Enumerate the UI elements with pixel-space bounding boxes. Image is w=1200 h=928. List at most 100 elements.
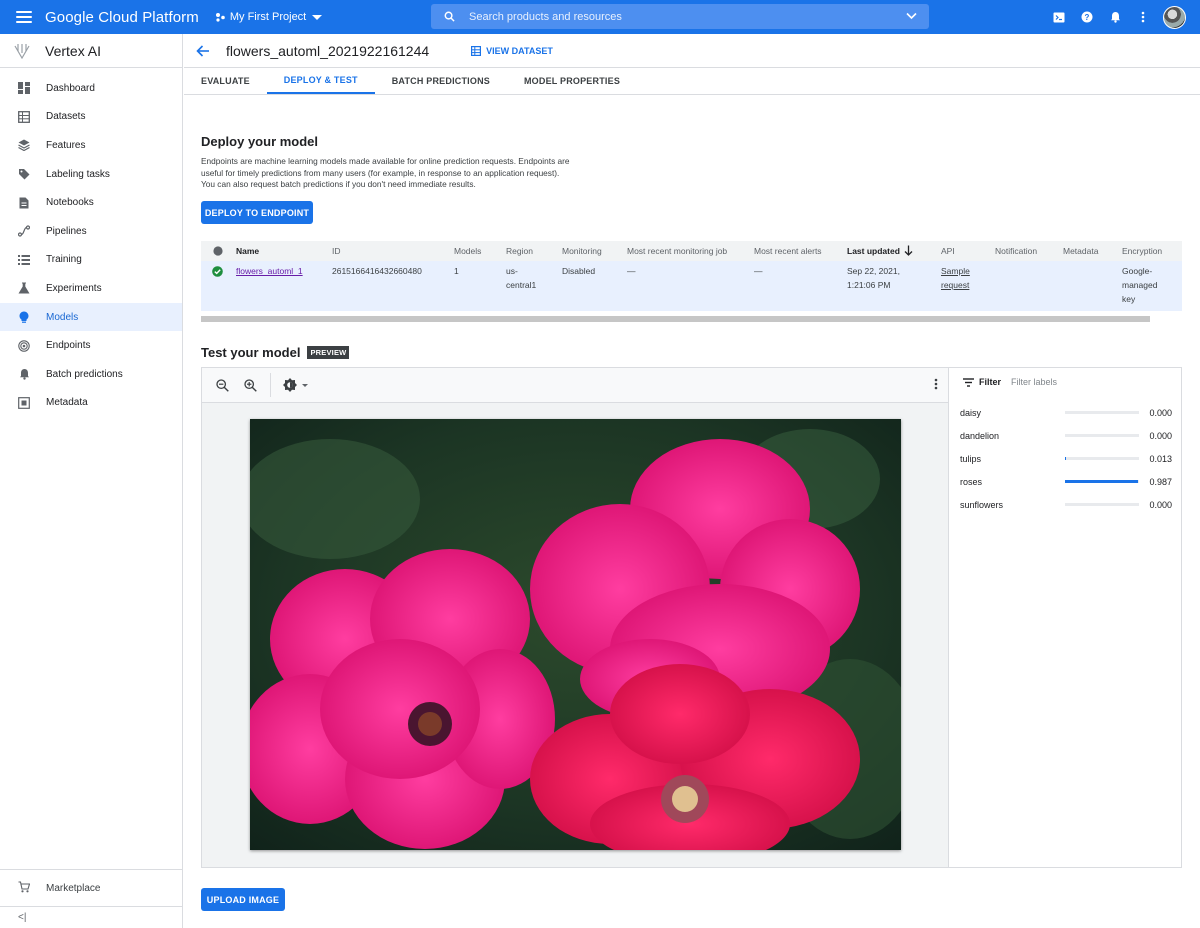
encryption-line: Google- <box>1122 266 1153 276</box>
tab-evaluate[interactable]: EVALUATE <box>184 68 267 94</box>
brightness-icon <box>283 378 308 392</box>
deploy-to-endpoint-button[interactable]: DEPLOY TO ENDPOINT <box>201 201 313 224</box>
chevron-down-icon[interactable] <box>906 12 917 20</box>
view-dataset-button[interactable]: VIEW DATASET <box>471 46 553 56</box>
endpoint-monitoring-job: — <box>627 266 636 276</box>
prediction-row: dandelion 0.000 <box>949 424 1181 447</box>
page-title: flowers_automl_2021922161244 <box>226 42 430 59</box>
column-header[interactable]: Notification <box>995 244 1037 258</box>
sidebar-item-training[interactable]: Training <box>0 246 182 275</box>
endpoint-region: us- central1 <box>506 264 536 292</box>
sidebar-item-datasets[interactable]: Datasets <box>0 103 182 132</box>
dashboard-icon <box>18 82 30 95</box>
upload-image-button[interactable]: UPLOAD IMAGE <box>201 888 285 911</box>
project-selector[interactable]: My First Project <box>215 11 323 23</box>
brightness-menu-button[interactable] <box>277 371 315 399</box>
metadata-icon <box>18 396 30 409</box>
column-header[interactable]: Most recent alerts <box>754 244 822 258</box>
sidebar-footer: Marketplace <| <box>0 869 182 928</box>
prediction-score: 0.000 <box>1149 430 1172 441</box>
zoom-out-button[interactable] <box>208 371 236 399</box>
column-header[interactable]: Metadata <box>1063 244 1098 258</box>
endpoint-monitoring: Disabled <box>562 266 596 276</box>
sidebar-item-experiments[interactable]: Experiments <box>0 274 182 303</box>
tab-deploy-test[interactable]: DEPLOY & TEST <box>266 68 375 94</box>
sidebar-item-batch-predictions[interactable]: Batch predictions <box>0 360 182 389</box>
models-icon <box>18 311 30 323</box>
image-viewer <box>201 367 949 868</box>
project-icon <box>215 13 225 22</box>
help-icon[interactable]: ? <box>1073 4 1101 30</box>
sidebar-item-pipelines[interactable]: Pipelines <box>0 217 182 246</box>
chevron-down-icon <box>312 14 323 20</box>
collapse-sidebar-button[interactable]: <| <box>0 906 182 928</box>
sidebar-item-label: Training <box>46 254 82 266</box>
column-header[interactable]: Name <box>236 244 259 258</box>
sidebar-item-label: Labeling tasks <box>46 168 110 180</box>
search-input[interactable] <box>469 10 889 23</box>
column-header[interactable]: ID <box>332 244 341 258</box>
tab-model-properties[interactable]: MODEL PROPERTIES <box>507 68 637 94</box>
avatar[interactable] <box>1163 5 1186 29</box>
sidebar-item-features[interactable]: Features <box>0 131 182 160</box>
sidebar-item-label: Notebooks <box>46 197 94 209</box>
column-header[interactable]: Monitoring <box>562 244 602 258</box>
confidence-bar <box>1065 457 1139 460</box>
top-app-bar: Google Cloud Platform My First Project ? <box>0 0 1200 34</box>
menu-icon[interactable] <box>16 11 32 23</box>
more-vert-icon[interactable] <box>1129 4 1157 30</box>
column-header[interactable]: API <box>941 244 955 258</box>
sidebar-header: Vertex AI <box>0 34 182 68</box>
confidence-bar-fill <box>1065 480 1139 483</box>
brand-title[interactable]: Google Cloud Platform <box>45 9 199 26</box>
table-row: flowers_automl_1 2615166416432660480 1 u… <box>201 261 1182 311</box>
prediction-row: roses 0.987 <box>949 470 1181 493</box>
zoom-in-button[interactable] <box>236 371 264 399</box>
vertex-ai-logo-icon <box>14 43 30 59</box>
sidebar-item-dashboard[interactable]: Dashboard <box>0 74 182 103</box>
test-image-roses <box>250 419 901 850</box>
status-header-icon <box>213 246 223 256</box>
encryption-line: managed <box>1122 280 1158 290</box>
column-header[interactable]: Encryption <box>1122 244 1162 258</box>
test-section-title: Test your model <box>201 345 301 360</box>
api-line: Sample <box>941 266 970 276</box>
sort-arrow-down-icon[interactable] <box>904 245 913 256</box>
column-header-last-updated[interactable]: Last updated <box>847 244 900 258</box>
region-line: us- <box>506 266 518 276</box>
sample-request-link[interactable]: Sample request <box>941 264 970 292</box>
endpoint-models: 1 <box>454 266 459 276</box>
sidebar-item-label: Features <box>46 139 86 151</box>
label-icon <box>18 168 30 180</box>
sidebar-item-labeling-tasks[interactable]: Labeling tasks <box>0 160 182 189</box>
back-arrow-icon[interactable] <box>196 44 210 57</box>
column-header[interactable]: Most recent monitoring job <box>627 244 727 258</box>
prediction-row: daisy 0.000 <box>949 401 1181 424</box>
sidebar-item-models[interactable]: Models <box>0 302 182 332</box>
more-vert-icon[interactable] <box>934 378 938 390</box>
tab-batch-predictions[interactable]: BATCH PREDICTIONS <box>375 68 507 94</box>
prediction-score: 0.000 <box>1149 407 1172 418</box>
features-icon <box>18 139 30 152</box>
sidebar-item-metadata[interactable]: Metadata <box>0 389 182 418</box>
sidebar-title: Vertex AI <box>45 42 102 59</box>
sidebar-item-endpoints[interactable]: Endpoints <box>0 331 182 360</box>
horizontal-scrollbar[interactable] <box>201 316 1150 322</box>
sidebar-item-label: Pipelines <box>46 225 87 237</box>
endpoint-encryption: Google- managed key <box>1122 264 1157 306</box>
sidebar-item-marketplace[interactable]: Marketplace <box>0 870 182 906</box>
notifications-icon[interactable] <box>1101 4 1129 30</box>
prediction-row: tulips 0.013 <box>949 447 1181 470</box>
table-header: Name ID Models Region Monitoring Most re… <box>201 241 1182 261</box>
prediction-score: 0.013 <box>1149 453 1172 464</box>
sidebar-item-notebooks[interactable]: Notebooks <box>0 188 182 217</box>
search-bar[interactable] <box>431 4 929 29</box>
cloud-shell-icon[interactable] <box>1045 4 1073 30</box>
column-header[interactable]: Models <box>454 244 481 258</box>
filter-labels-input[interactable] <box>1011 377 1132 387</box>
test-section-header: Test your model PREVIEW <box>201 345 350 360</box>
column-header[interactable]: Region <box>506 244 533 258</box>
tab-bar: EVALUATE DEPLOY & TEST BATCH PREDICTIONS… <box>184 68 1200 95</box>
prediction-label: daisy <box>960 407 982 418</box>
endpoint-name-link[interactable]: flowers_automl_1 <box>236 264 303 278</box>
